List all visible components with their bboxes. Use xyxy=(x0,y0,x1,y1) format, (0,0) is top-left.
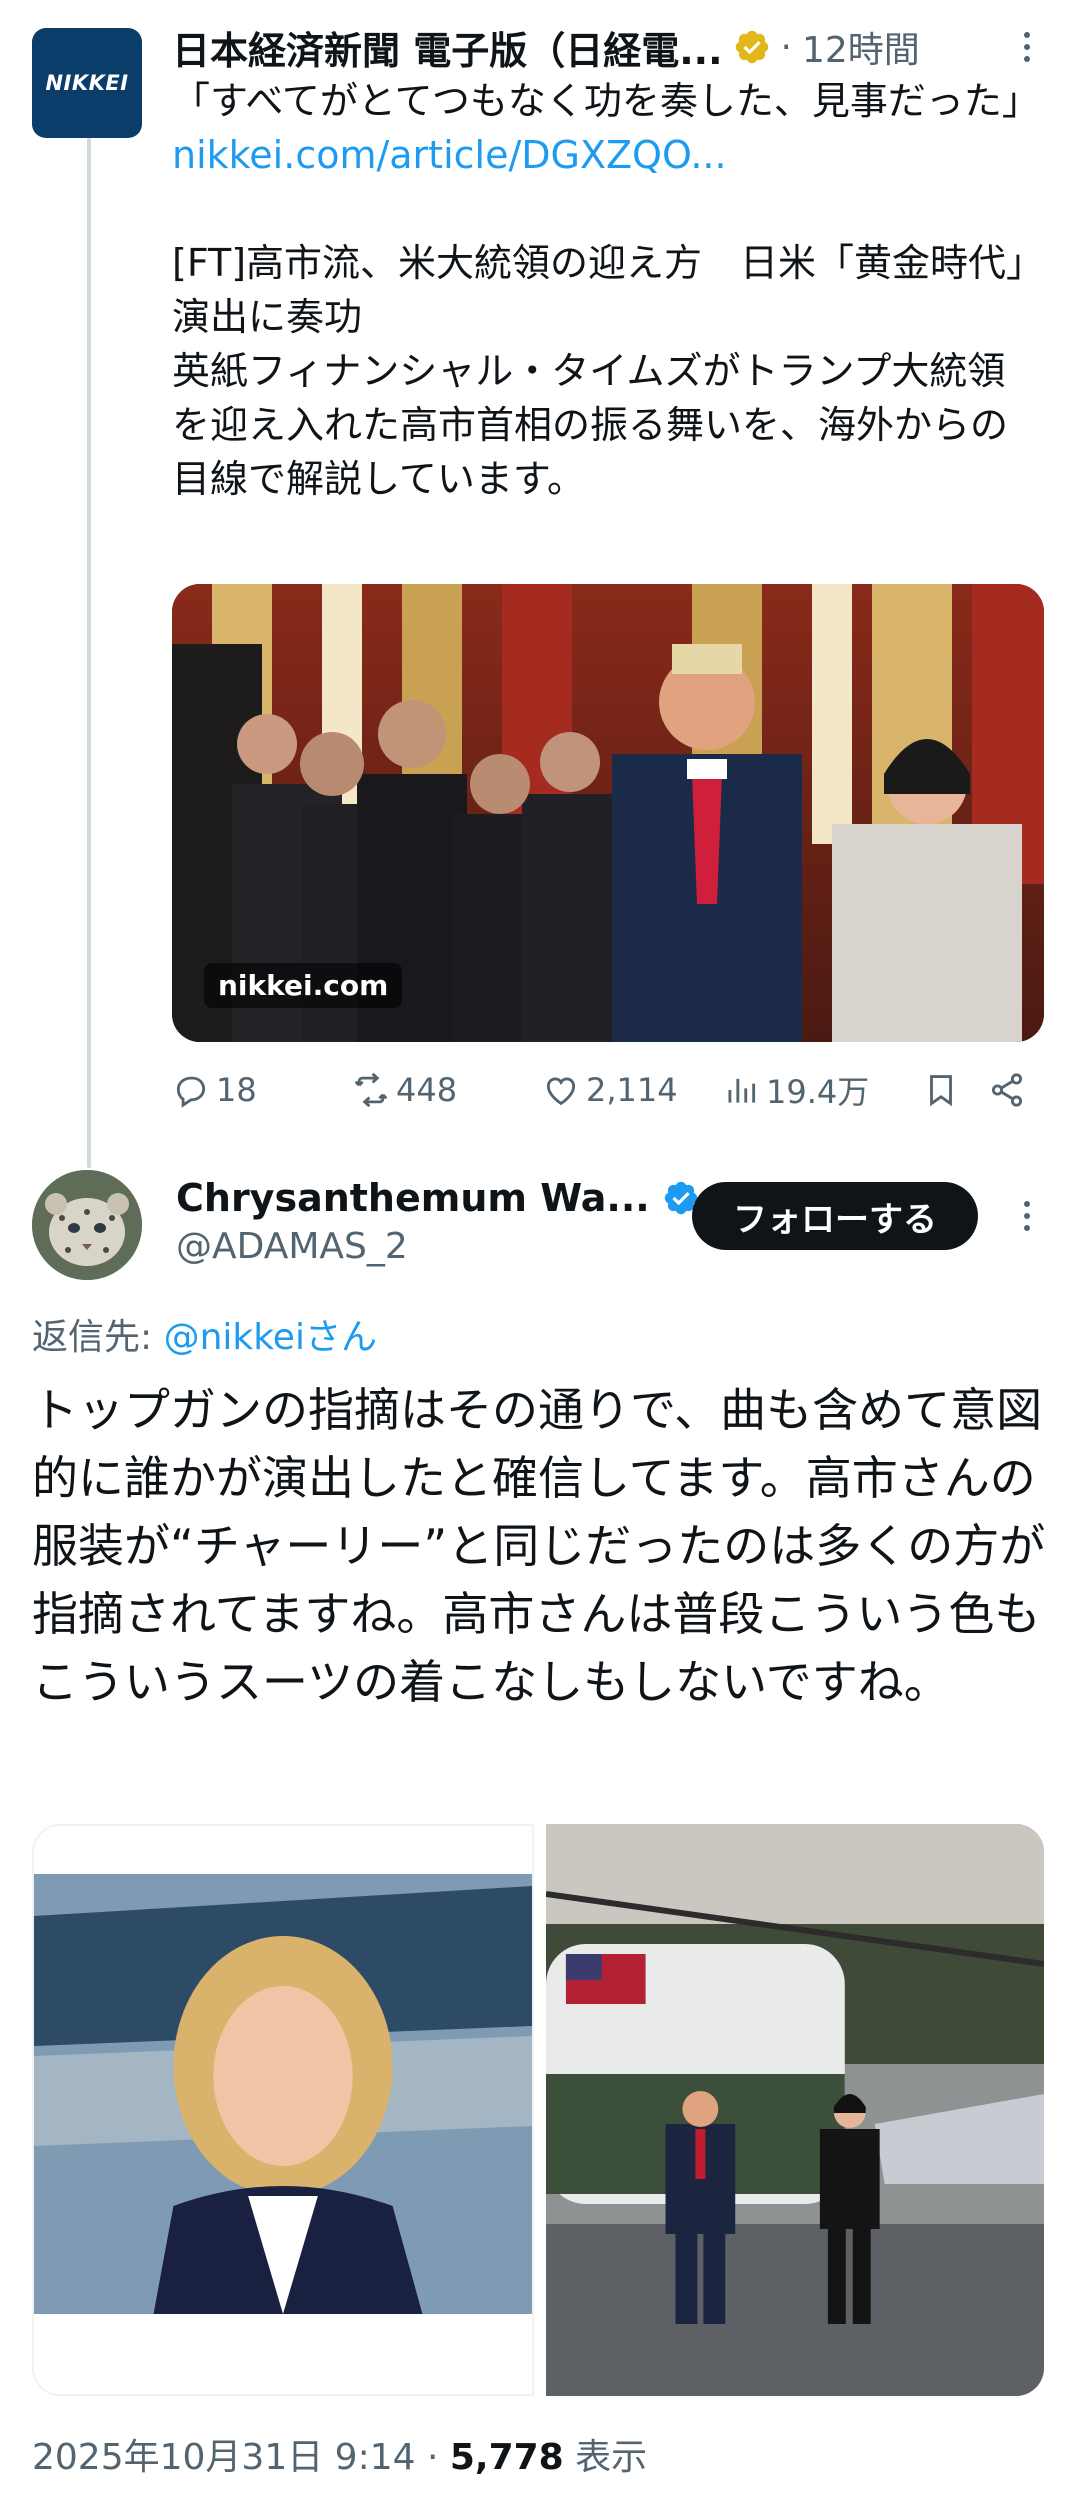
views-label: 表示 xyxy=(563,2437,648,2478)
like-button[interactable]: 2,114 xyxy=(542,1071,722,1109)
like-icon xyxy=(546,1077,576,1106)
snow-leopard-icon xyxy=(32,1170,142,1280)
reply-author-handle[interactable]: @ADAMAS_2 xyxy=(176,1226,408,1267)
post-time[interactable]: 12時間 xyxy=(802,21,920,73)
article-headline: [FT]高市流、米大統領の迎え方 日米「黄金時代」演出に奏功 xyxy=(172,241,1026,339)
article-link[interactable]: nikkei.com/article/DGXZQO... xyxy=(172,128,1042,182)
reply-author-name[interactable]: Chrysanthemum Wa... xyxy=(176,1176,650,1220)
replying-to-mention[interactable]: @nikkeiさん xyxy=(164,1317,377,1358)
avatar-logo-text: NIKKEI xyxy=(45,71,129,95)
topgun-charlie-photo xyxy=(34,1826,532,2394)
reply-author-row: Chrysanthemum Wa... xyxy=(176,1170,700,1226)
reply-media-photo-1[interactable] xyxy=(32,1824,534,2396)
media-source-badge: nikkei.com xyxy=(204,963,403,1008)
helicopter-arrival-photo xyxy=(546,1824,1044,2396)
views-count: 5,778 xyxy=(449,2437,564,2478)
bookmark-button[interactable] xyxy=(922,1071,982,1109)
reply-icon xyxy=(176,1076,206,1108)
view-count: 19.4万 xyxy=(766,1073,870,1111)
parent-action-bar: 18 448 2,114 19.4万 xyxy=(172,1062,1044,1118)
timestamp-datetime[interactable]: 2025年10月31日 9:14 · xyxy=(32,2437,450,2478)
reply-media-grid xyxy=(32,1824,1044,2396)
like-count: 2,114 xyxy=(586,1071,678,1109)
post-timestamp: 2025年10月31日 9:14 · 5,778 表示 xyxy=(32,2428,647,2480)
more-icon[interactable] xyxy=(1012,32,1042,62)
follow-button[interactable]: フォローする xyxy=(692,1182,978,1250)
views-icon xyxy=(728,1078,756,1103)
repost-count: 448 xyxy=(396,1071,458,1109)
nikkei-avatar[interactable]: NIKKEI xyxy=(32,28,142,138)
thread-connector xyxy=(87,138,91,1168)
separator-dot: · xyxy=(780,26,792,68)
share-icon xyxy=(991,1073,1023,1107)
chrysanthemum-avatar[interactable] xyxy=(32,1170,142,1280)
reply-button[interactable]: 18 xyxy=(172,1071,352,1109)
views-button[interactable]: 19.4万 xyxy=(722,1067,922,1113)
reply-body-text: トップガンの指摘はその通りで、曲も含めて意図的に誰かが演出したと確信してます。高… xyxy=(32,1383,1046,1709)
parent-tweet-text: 「すべてがとてつもなく功を奏した、見事だった」 nikkei.com/artic… xyxy=(172,74,1042,506)
article-summary: 英紙フィナンシャル・タイムズがトランプ大統領を迎え入れた高市首相の振る舞いを、海… xyxy=(172,349,1009,501)
repost-icon xyxy=(354,1072,388,1108)
replying-to: 返信先: @nikkeiさん xyxy=(32,1308,377,1360)
reply-count: 18 xyxy=(216,1071,257,1109)
repost-button[interactable]: 448 xyxy=(352,1071,542,1109)
verified-badge-gold-icon xyxy=(735,30,768,64)
bookmark-icon xyxy=(930,1075,952,1107)
parent-media-photo[interactable]: nikkei.com xyxy=(172,584,1044,1042)
replying-to-prefix: 返信先: xyxy=(32,1317,164,1358)
reply-more-icon[interactable] xyxy=(1012,1196,1042,1236)
parent-tweet-header: 日本経済新聞 電子版（日経電... · 12時間 xyxy=(172,20,1042,74)
parent-author-name[interactable]: 日本経済新聞 電子版（日経電... xyxy=(172,20,723,75)
share-button[interactable] xyxy=(982,1071,1032,1109)
quote-line: 「すべてがとてつもなく功を奏した、見事だった」 xyxy=(172,79,1040,123)
reply-media-photo-2[interactable] xyxy=(546,1824,1044,2396)
